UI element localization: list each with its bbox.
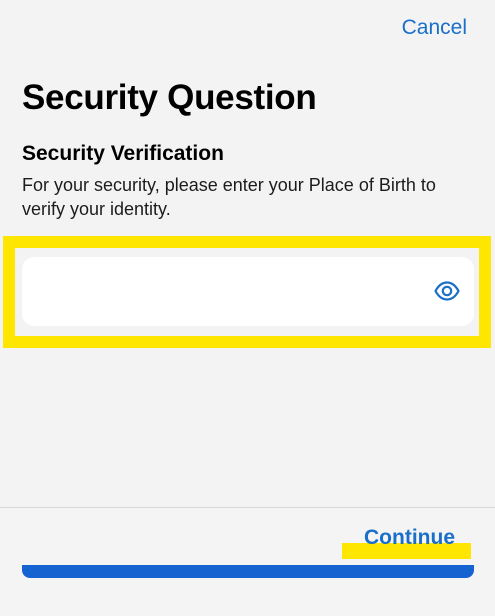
primary-action-bar bbox=[22, 565, 474, 578]
cancel-button[interactable]: Cancel bbox=[402, 16, 467, 40]
eye-icon[interactable] bbox=[434, 280, 460, 302]
footer-bar bbox=[0, 508, 495, 616]
page-title: Security Question bbox=[22, 78, 317, 117]
continue-button[interactable]: Continue bbox=[364, 526, 455, 550]
section-subtitle: Security Verification bbox=[22, 142, 224, 165]
security-question-screen: Cancel Security Question Security Verifi… bbox=[0, 0, 495, 616]
instruction-text: For your security, please enter your Pla… bbox=[22, 175, 436, 219]
place-of-birth-field[interactable] bbox=[22, 257, 474, 326]
place-of-birth-input[interactable] bbox=[22, 257, 422, 326]
